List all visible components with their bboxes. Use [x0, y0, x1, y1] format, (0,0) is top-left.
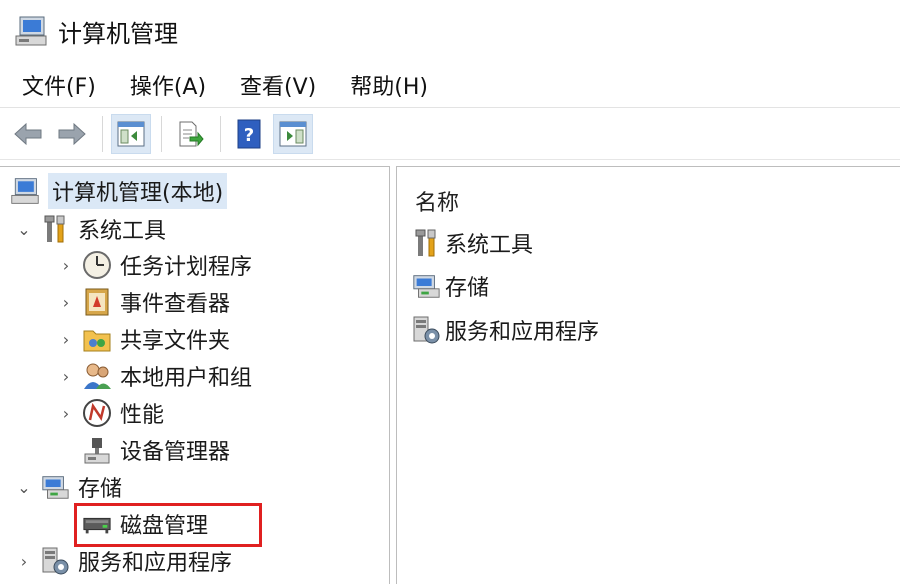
storage-icon [40, 472, 70, 502]
tree-item-label: 计算机管理(本地) [48, 173, 228, 209]
tree-item-label: 设备管理器 [120, 440, 231, 465]
computer-management-icon [14, 14, 48, 48]
clock-icon [82, 250, 112, 280]
list-item-label: 存储 [445, 276, 490, 301]
highlight-annotation [74, 503, 262, 547]
tree-item-label: 任务计划程序 [120, 255, 253, 280]
show-hide-action-pane-button[interactable] [273, 113, 313, 154]
list-item-storage[interactable]: 存储 [411, 268, 489, 304]
menu-bar: 文件(F) 操作(A) 查看(V) 帮助(H) [0, 62, 900, 108]
column-header-name[interactable]: 名称 [415, 185, 459, 217]
svg-text:?: ? [244, 125, 254, 146]
users-icon [82, 361, 112, 391]
tree-item-storage[interactable]: ⌄ 存储 [14, 469, 122, 505]
tools-icon [411, 228, 441, 258]
console-tree: 计算机管理(本地) ⌄ 系统工具 › 任务计划程序 › 事件查看器 › 共享文件… [0, 166, 390, 584]
computer-management-icon [10, 176, 40, 206]
services-icon [411, 315, 441, 345]
chevron-down-icon[interactable]: ⌄ [14, 220, 34, 239]
menu-action[interactable]: 操作(A) [130, 65, 206, 105]
tree-item-label: 共享文件夹 [120, 329, 231, 354]
tree-item-label: 服务和应用程序 [78, 551, 233, 576]
back-arrow-icon [14, 122, 42, 145]
tree-item-shared-folders[interactable]: › 共享文件夹 [56, 321, 230, 357]
tools-icon [40, 214, 70, 244]
tree-item-device-manager[interactable]: 设备管理器 [76, 432, 230, 468]
tree-item-label: 性能 [120, 403, 165, 428]
device-manager-icon [82, 435, 112, 465]
tree-item-label: 本地用户和组 [120, 366, 253, 391]
help-icon: ? [237, 119, 261, 148]
details-pane: 名称 系统工具 存储 服务和应用程序 [396, 166, 900, 584]
menu-view[interactable]: 查看(V) [240, 65, 316, 105]
list-item-label: 系统工具 [445, 233, 534, 258]
list-item-system-tools[interactable]: 系统工具 [411, 225, 533, 261]
list-item-services-applications[interactable]: 服务和应用程序 [411, 312, 599, 348]
forward-button[interactable] [52, 114, 92, 154]
title-bar: 计算机管理 [0, 0, 900, 62]
chevron-right-icon[interactable]: › [56, 367, 76, 386]
tree-item-label: 系统工具 [78, 219, 167, 244]
tree-item-label: 存储 [78, 477, 123, 502]
tree-item-computer-management[interactable]: 计算机管理(本地) [10, 173, 228, 209]
storage-icon [411, 271, 441, 301]
tree-item-label: 事件查看器 [120, 292, 231, 317]
export-list-button[interactable] [170, 114, 210, 154]
toolbar-separator [102, 115, 103, 152]
toolbar: ? [0, 108, 900, 160]
menu-file[interactable]: 文件(F) [22, 65, 96, 105]
tree-item-local-users-groups[interactable]: › 本地用户和组 [56, 358, 252, 394]
tree-item-performance[interactable]: › 性能 [56, 395, 164, 431]
tree-item-services-applications[interactable]: › 服务和应用程序 [14, 543, 232, 579]
chevron-right-icon[interactable]: › [56, 256, 76, 275]
window-title: 计算机管理 [58, 19, 178, 48]
toolbar-separator [220, 115, 221, 152]
show-hide-action-pane-icon [279, 121, 307, 146]
chevron-right-icon[interactable]: › [56, 330, 76, 349]
chevron-right-icon[interactable]: › [56, 293, 76, 312]
performance-icon [82, 398, 112, 428]
shared-folder-icon [82, 324, 112, 354]
chevron-down-icon[interactable]: ⌄ [14, 478, 34, 497]
chevron-right-icon[interactable]: › [14, 552, 34, 571]
event-viewer-icon [82, 287, 112, 317]
help-button[interactable]: ? [229, 114, 269, 154]
show-hide-console-tree-icon [117, 121, 145, 146]
export-list-icon [179, 121, 204, 146]
tree-item-event-viewer[interactable]: › 事件查看器 [56, 284, 230, 320]
show-hide-console-tree-button[interactable] [111, 113, 151, 154]
forward-arrow-icon [58, 122, 86, 145]
chevron-right-icon[interactable]: › [56, 404, 76, 423]
tree-item-system-tools[interactable]: ⌄ 系统工具 [14, 211, 166, 247]
menu-help[interactable]: 帮助(H) [350, 65, 428, 105]
services-icon [40, 546, 70, 576]
tree-item-task-scheduler[interactable]: › 任务计划程序 [56, 247, 252, 283]
list-item-label: 服务和应用程序 [445, 320, 600, 345]
toolbar-separator [161, 115, 162, 152]
back-button[interactable] [8, 114, 48, 154]
